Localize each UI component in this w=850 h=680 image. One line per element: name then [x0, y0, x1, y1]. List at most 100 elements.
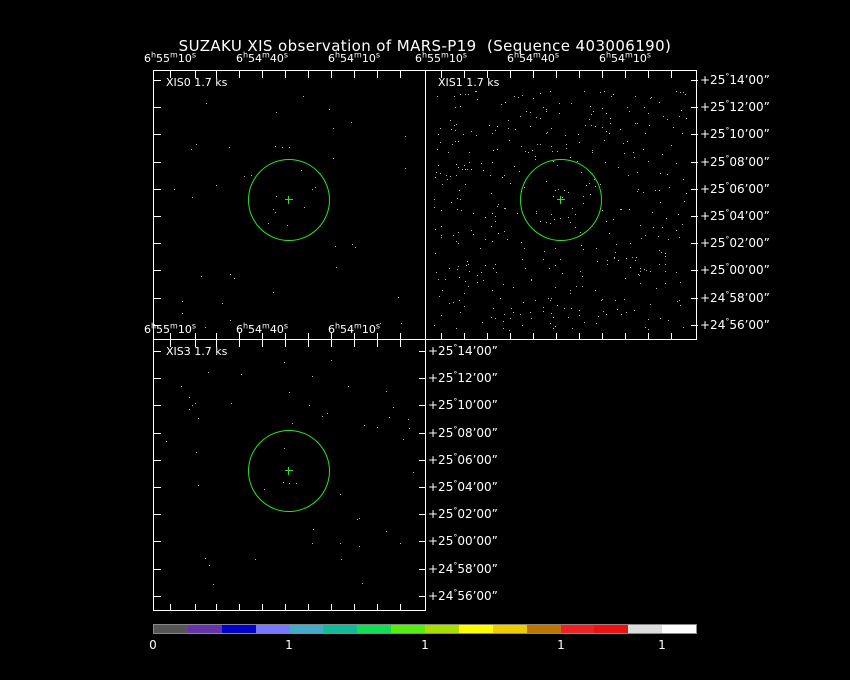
background-photon-dot — [456, 164, 457, 165]
background-photon-dot — [635, 260, 636, 261]
tick — [419, 569, 426, 570]
tick — [331, 71, 332, 78]
background-photon-dot — [560, 259, 561, 260]
background-photon-dot — [592, 152, 593, 153]
background-photon-dot — [264, 489, 265, 490]
background-photon-dot — [602, 210, 603, 211]
background-photon-dot — [198, 418, 199, 419]
dec-tick-label: +25°10’00” — [428, 397, 498, 413]
dec-tick-label: +24°58’00” — [428, 561, 498, 577]
background-photon-dot — [441, 210, 442, 211]
background-photon-dot — [565, 135, 566, 136]
background-photon-dot — [546, 109, 547, 110]
background-photon-dot — [627, 141, 628, 142]
background-photon-dot — [659, 264, 660, 265]
background-photon-dot — [540, 221, 541, 222]
background-photon-dot — [523, 302, 524, 303]
tick — [691, 107, 698, 108]
background-photon-dot — [504, 231, 505, 232]
source-center-cross — [285, 196, 293, 204]
tick — [239, 333, 240, 340]
tick — [154, 80, 161, 81]
background-photon-dot — [522, 259, 523, 260]
background-photon-dot — [550, 223, 551, 224]
background-photon-dot — [521, 191, 522, 192]
background-photon-dot — [676, 163, 677, 164]
background-photon-dot — [448, 152, 449, 153]
background-photon-dot — [464, 306, 465, 307]
background-photon-dot — [614, 257, 615, 258]
background-photon-dot — [435, 177, 436, 178]
tick — [216, 333, 217, 340]
background-photon-dot — [637, 172, 638, 173]
background-photon-dot — [513, 312, 514, 313]
background-photon-dot — [327, 413, 328, 414]
background-photon-dot — [481, 272, 482, 273]
background-photon-dot — [652, 212, 653, 213]
tick — [239, 340, 240, 347]
background-photon-dot — [435, 229, 436, 230]
background-photon-dot — [568, 217, 569, 218]
background-photon-dot — [442, 184, 443, 185]
background-photon-dot — [607, 260, 608, 261]
background-photon-dot — [463, 134, 464, 135]
background-photon-dot — [234, 278, 235, 279]
background-photon-dot — [618, 167, 619, 168]
background-photon-dot — [597, 261, 598, 262]
background-photon-dot — [616, 244, 617, 245]
background-photon-dot — [352, 244, 353, 245]
background-photon-dot — [570, 222, 571, 223]
background-photon-dot — [532, 150, 533, 151]
tick — [648, 333, 649, 340]
background-photon-dot — [521, 242, 522, 243]
background-photon-dot — [497, 126, 498, 127]
background-photon-dot — [595, 290, 596, 291]
background-photon-dot — [656, 288, 657, 289]
background-photon-dot — [643, 192, 644, 193]
background-photon-dot — [641, 238, 642, 239]
background-photon-dot — [462, 169, 463, 170]
background-photon-dot — [621, 314, 622, 315]
background-photon-dot — [651, 97, 652, 98]
background-photon-dot — [648, 319, 649, 320]
background-photon-dot — [684, 201, 685, 202]
background-photon-dot — [189, 409, 190, 410]
tick — [419, 596, 426, 597]
background-photon-dot — [464, 293, 465, 294]
background-photon-dot — [453, 302, 454, 303]
background-photon-dot — [575, 214, 576, 215]
background-photon-dot — [495, 264, 496, 265]
colorbar-segment — [594, 625, 629, 633]
background-photon-dot — [329, 109, 330, 110]
background-photon-dot — [590, 194, 591, 195]
background-photon-dot — [555, 190, 556, 191]
tick — [154, 569, 161, 570]
background-photon-dot — [540, 118, 541, 119]
background-photon-dot — [554, 219, 555, 220]
background-photon-dot — [437, 96, 438, 97]
background-photon-dot — [476, 91, 477, 92]
background-photon-dot — [466, 265, 467, 266]
dec-tick-label: +25°00’00” — [428, 533, 498, 549]
background-photon-dot — [485, 265, 486, 266]
tick — [195, 604, 196, 611]
background-photon-dot — [275, 212, 276, 213]
background-photon-dot — [497, 149, 498, 150]
background-photon-dot — [559, 103, 560, 104]
background-photon-dot — [296, 483, 297, 484]
background-photon-dot — [481, 163, 482, 164]
background-photon-dot — [273, 292, 274, 293]
background-photon-dot — [579, 142, 580, 143]
background-photon-dot — [589, 183, 590, 184]
background-photon-dot — [630, 243, 631, 244]
colorbar-tick-label: 1 — [658, 638, 666, 652]
colorbar — [153, 624, 697, 634]
background-photon-dot — [504, 208, 505, 209]
background-photon-dot — [530, 312, 531, 313]
background-photon-dot — [441, 237, 442, 238]
background-photon-dot — [546, 133, 547, 134]
background-photon-dot — [189, 397, 190, 398]
tick — [308, 340, 309, 347]
background-photon-dot — [510, 318, 511, 319]
background-photon-dot — [640, 268, 641, 269]
